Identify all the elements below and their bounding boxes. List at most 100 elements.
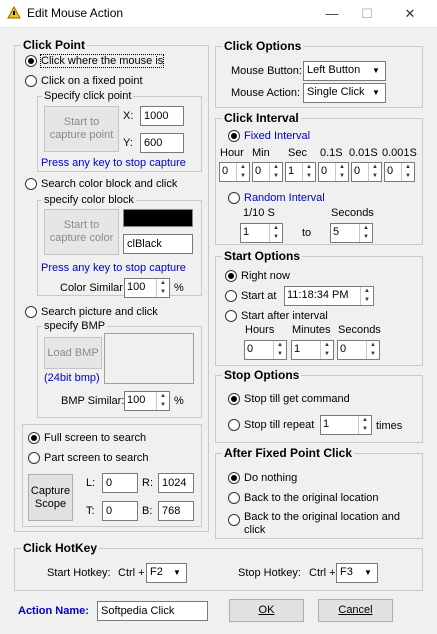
chevron-down-icon[interactable]: ▼ <box>369 86 383 100</box>
interval-hour-spinner[interactable]: 0 ▲ ▼ <box>219 162 250 182</box>
spinner-arrows[interactable]: ▲ ▼ <box>335 163 348 181</box>
radio-click-mouse[interactable] <box>25 55 37 67</box>
spinner-arrows[interactable]: ▲ ▼ <box>273 341 286 359</box>
spinner-arrows[interactable]: ▲ ▼ <box>236 163 249 181</box>
interval-thousandth-spinner[interactable]: 0 ▲ ▼ <box>384 162 415 182</box>
b-input[interactable]: 768 <box>158 501 194 521</box>
start-seconds-spinner[interactable]: 0 ▲ ▼ <box>337 340 380 360</box>
radio-start-at[interactable] <box>225 290 237 302</box>
random-from-spinner[interactable]: 1 ▲ ▼ <box>240 223 283 243</box>
up-arrow-icon[interactable]: ▲ <box>402 163 414 172</box>
interval-hundredth-spinner[interactable]: 0 ▲ ▼ <box>351 162 382 182</box>
random-to-spinner[interactable]: 5 ▲ ▼ <box>330 223 373 243</box>
up-arrow-icon[interactable]: ▲ <box>303 163 315 172</box>
down-arrow-icon[interactable]: ▼ <box>157 401 169 410</box>
radio-back-original[interactable] <box>228 492 240 504</box>
ok-button[interactable]: OK <box>229 599 304 622</box>
radio-fixed-point[interactable] <box>25 75 37 87</box>
down-arrow-icon[interactable]: ▼ <box>303 172 315 181</box>
cancel-button[interactable]: Cancel <box>318 599 393 622</box>
chevron-down-icon[interactable]: ▼ <box>170 566 184 580</box>
spinner-arrows[interactable]: ▲ ▼ <box>320 341 333 359</box>
radio-stop-command[interactable] <box>228 393 240 405</box>
maximize-button[interactable]: ☐ <box>352 0 382 28</box>
close-button[interactable]: ✕ <box>395 0 425 28</box>
radio-color-block[interactable] <box>25 178 37 190</box>
start-capture-point-button[interactable]: Start to capture point <box>44 106 119 152</box>
spinner-arrows[interactable]: ▲ ▼ <box>401 163 414 181</box>
action-name-input[interactable]: Softpedia Click <box>97 601 208 621</box>
down-arrow-icon[interactable]: ▼ <box>270 172 282 181</box>
radio-part-screen[interactable] <box>28 452 40 464</box>
mouse-button-select[interactable]: Left Button ▼ <box>303 61 386 81</box>
radio-do-nothing[interactable] <box>228 472 240 484</box>
down-arrow-icon[interactable]: ▼ <box>360 233 372 242</box>
radio-back-original-click[interactable] <box>228 514 240 526</box>
radio-full-screen[interactable] <box>28 432 40 444</box>
down-arrow-icon[interactable]: ▼ <box>402 172 414 181</box>
up-arrow-icon[interactable]: ▲ <box>270 224 282 233</box>
r-input[interactable]: 1024 <box>158 473 194 493</box>
up-arrow-icon[interactable]: ▲ <box>157 279 169 288</box>
up-arrow-icon[interactable]: ▲ <box>157 392 169 401</box>
interval-min-spinner[interactable]: 0 ▲ ▼ <box>252 162 283 182</box>
chevron-down-icon[interactable]: ▼ <box>369 64 383 78</box>
chevron-down-icon[interactable]: ▼ <box>361 566 375 580</box>
t-input[interactable]: 0 <box>102 501 138 521</box>
y-input[interactable]: 600 <box>140 133 184 153</box>
radio-start-after[interactable] <box>225 310 237 322</box>
start-hotkey-select[interactable]: F2 ▼ <box>146 563 187 583</box>
spinner-arrows[interactable]: ▲ ▼ <box>156 392 169 410</box>
start-minutes-spinner[interactable]: 1 ▲ ▼ <box>291 340 334 360</box>
minimize-button[interactable]: — <box>317 0 347 28</box>
l-input[interactable]: 0 <box>102 473 138 493</box>
up-arrow-icon[interactable]: ▲ <box>369 163 381 172</box>
up-arrow-icon[interactable]: ▲ <box>360 224 372 233</box>
spinner-arrows[interactable]: ▲ ▼ <box>302 163 315 181</box>
radio-fixed-interval[interactable] <box>228 130 240 142</box>
interval-sec-spinner[interactable]: 1 ▲ ▼ <box>285 162 316 182</box>
spinner-arrows[interactable]: ▲ ▼ <box>360 287 373 305</box>
up-arrow-icon[interactable]: ▲ <box>367 341 379 350</box>
capture-scope-button[interactable]: Capture Scope <box>28 474 73 521</box>
spinner-arrows[interactable]: ▲ ▼ <box>269 224 282 242</box>
radio-right-now[interactable] <box>225 270 237 282</box>
stop-hotkey-select[interactable]: F3 ▼ <box>336 563 378 583</box>
up-arrow-icon[interactable]: ▲ <box>274 341 286 350</box>
start-hours-spinner[interactable]: 0 ▲ ▼ <box>244 340 287 360</box>
x-input[interactable]: 1000 <box>140 106 184 126</box>
spinner-arrows[interactable]: ▲ ▼ <box>368 163 381 181</box>
down-arrow-icon[interactable]: ▼ <box>321 350 333 359</box>
start-at-time-spinner[interactable]: 11:18:34 PM ▲ ▼ <box>284 286 374 306</box>
up-arrow-icon[interactable]: ▲ <box>361 287 373 296</box>
down-arrow-icon[interactable]: ▼ <box>157 288 169 297</box>
repeat-times-spinner[interactable]: 1 ▲ ▼ <box>320 415 372 435</box>
spinner-arrows[interactable]: ▲ ▼ <box>358 416 371 434</box>
load-bmp-button[interactable]: Load BMP <box>44 337 102 369</box>
up-arrow-icon[interactable]: ▲ <box>270 163 282 172</box>
up-arrow-icon[interactable]: ▲ <box>237 163 249 172</box>
radio-random-interval[interactable] <box>228 192 240 204</box>
color-similar-spinner[interactable]: 100 ▲ ▼ <box>124 278 170 298</box>
down-arrow-icon[interactable]: ▼ <box>361 296 373 305</box>
up-arrow-icon[interactable]: ▲ <box>336 163 348 172</box>
spinner-arrows[interactable]: ▲ ▼ <box>359 224 372 242</box>
down-arrow-icon[interactable]: ▼ <box>237 172 249 181</box>
down-arrow-icon[interactable]: ▼ <box>367 350 379 359</box>
interval-tenth-spinner[interactable]: 0 ▲ ▼ <box>318 162 349 182</box>
down-arrow-icon[interactable]: ▼ <box>270 233 282 242</box>
down-arrow-icon[interactable]: ▼ <box>359 425 371 434</box>
radio-picture[interactable] <box>25 306 37 318</box>
spinner-arrows[interactable]: ▲ ▼ <box>269 163 282 181</box>
spinner-arrows[interactable]: ▲ ▼ <box>156 279 169 297</box>
spinner-arrows[interactable]: ▲ ▼ <box>366 341 379 359</box>
bmp-similar-spinner[interactable]: 100 ▲ ▼ <box>124 391 170 411</box>
start-capture-color-button[interactable]: Start to capture color <box>44 209 119 255</box>
color-name-input[interactable]: clBlack <box>123 234 193 254</box>
down-arrow-icon[interactable]: ▼ <box>336 172 348 181</box>
up-arrow-icon[interactable]: ▲ <box>359 416 371 425</box>
up-arrow-icon[interactable]: ▲ <box>321 341 333 350</box>
down-arrow-icon[interactable]: ▼ <box>369 172 381 181</box>
down-arrow-icon[interactable]: ▼ <box>274 350 286 359</box>
radio-stop-repeat[interactable] <box>228 419 240 431</box>
